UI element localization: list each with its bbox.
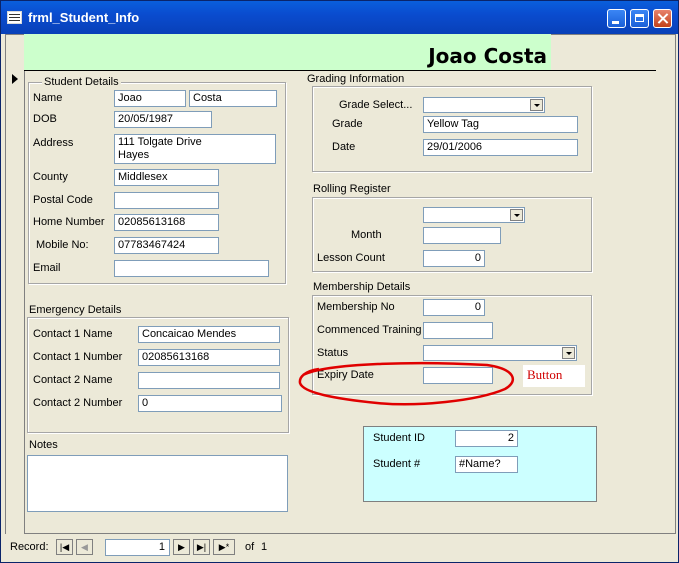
first-name-field[interactable]: Joao [114,90,186,107]
grade-field[interactable]: Yellow Tag [423,116,578,133]
form-window: frml_Student_Info Joao Costa Student Det… [0,0,679,563]
grading-info-title: Grading Information [307,73,405,85]
student-details-title: Student Details [42,76,121,88]
notes-field[interactable] [27,455,288,512]
status-combo[interactable] [423,345,577,361]
student-number-field[interactable]: #Name? [455,456,518,473]
home-number-field[interactable]: 02085613168 [114,214,219,231]
current-record-field[interactable]: 1 [105,539,170,556]
student-id-label: Student ID [373,432,425,444]
mobile-label: Mobile No: [36,239,89,251]
contact2-name-field[interactable] [138,372,280,389]
of-label: of [245,541,255,553]
record-selector[interactable] [6,68,25,534]
record-label: Record: [10,541,49,553]
close-button[interactable] [653,9,672,28]
postal-code-field[interactable] [114,192,219,209]
address-label: Address [33,137,74,149]
student-id-field[interactable]: 2 [455,430,518,447]
address-field[interactable]: 111 Tolgate Drive Hayes [114,134,276,164]
next-record-button[interactable]: ▶ [173,539,190,555]
lesson-count-label: Lesson Count [317,252,385,264]
county-field[interactable]: Middlesex [114,169,219,186]
month-field[interactable] [423,227,501,244]
chevron-down-icon[interactable] [510,209,523,221]
grade-date-field[interactable]: 29/01/2006 [423,139,578,156]
new-record-button[interactable]: ▶* [213,539,235,555]
dob-label: DOB [33,113,57,125]
contact1-name-label: Contact 1 Name [33,328,113,340]
grade-select-label: Grade Select... [339,99,413,111]
email-field[interactable] [114,260,269,277]
last-record-button[interactable]: ▶| [193,539,210,555]
notes-label: Notes [29,439,58,451]
first-record-button[interactable]: |◀ [56,539,73,555]
current-record-arrow-icon [12,74,18,84]
postal-code-label: Postal Code [33,194,93,206]
emergency-details-title: Emergency Details [27,304,124,316]
maximize-button[interactable] [630,9,649,28]
status-label: Status [317,347,349,359]
last-name-field[interactable]: Costa [189,90,277,107]
student-number-label: Student # [373,458,421,470]
mobile-field[interactable]: 07783467424 [114,237,219,254]
lesson-count-field[interactable]: 0 [423,250,485,267]
month-label: Month [351,229,382,241]
grade-date-label: Date [332,141,356,153]
membership-no-label: Membership No [317,301,395,313]
contact1-number-label: Contact 1 Number [33,351,123,363]
header-divider [24,70,656,71]
window-title: frml_Student_Info [28,10,140,25]
grade-select-combo[interactable] [423,97,545,113]
contact1-name-field[interactable]: Concaicao Mendes [138,326,280,343]
contact2-name-label: Contact 2 Name [33,374,113,386]
rolling-register-title: Rolling Register [313,183,391,195]
chevron-down-icon[interactable] [530,99,543,111]
county-label: County [33,171,68,183]
email-label: Email [33,262,61,274]
home-number-label: Home Number [33,216,105,228]
commenced-training-label: Commenced Training [317,324,422,336]
membership-details-title: Membership Details [313,281,411,293]
name-label: Name [33,92,63,104]
total-records: 1 [261,541,268,553]
button-annotation: Button [523,365,585,387]
contact1-number-field[interactable]: 02085613168 [138,349,280,366]
minimize-button[interactable] [607,9,626,28]
chevron-down-icon[interactable] [562,347,575,359]
contact2-number-label: Contact 2 Number [33,397,123,409]
grade-label: Grade [332,118,363,130]
red-annotation-circle [298,361,515,406]
previous-record-button[interactable]: ◀ [76,539,93,555]
student-name-heading: Joao Costa [428,44,547,68]
title-bar[interactable]: frml_Student_Info [1,1,678,34]
membership-no-field[interactable]: 0 [423,299,485,316]
form-icon[interactable] [7,11,22,24]
contact2-number-field[interactable]: 0 [138,395,282,412]
record-navigation-bar: Record: |◀ ◀ 1 ▶ ▶| ▶* of 1 [5,535,676,559]
dob-field[interactable]: 20/05/1987 [114,111,212,128]
rolling-register-combo[interactable] [423,207,525,223]
form-header: Joao Costa [24,34,551,70]
commenced-training-field[interactable] [423,322,493,339]
